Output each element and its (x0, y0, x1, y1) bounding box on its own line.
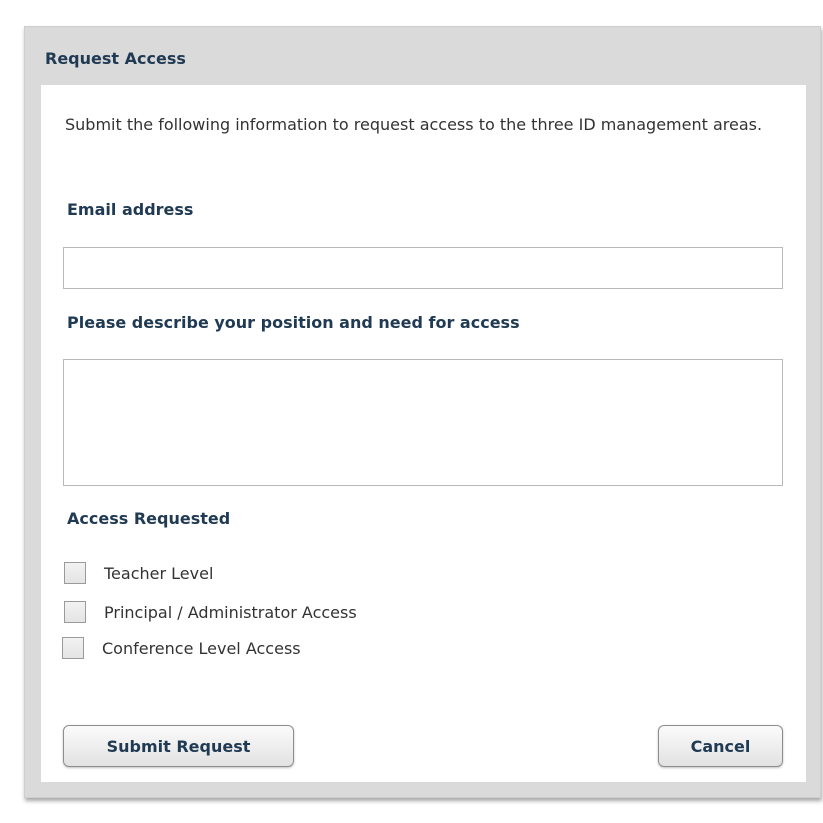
email-field[interactable] (63, 247, 783, 289)
access-option-principal[interactable]: Principal / Administrator Access (64, 601, 357, 623)
description-label: Please describe your position and need f… (67, 313, 520, 332)
dialog-title: Request Access (45, 49, 186, 68)
access-option-conference[interactable]: Conference Level Access (62, 637, 301, 659)
email-label: Email address (67, 200, 194, 219)
request-access-dialog: Request Access Submit the following info… (24, 26, 821, 798)
intro-text: Submit the following information to requ… (65, 115, 763, 134)
teacher-level-label: Teacher Level (104, 563, 214, 583)
access-option-teacher[interactable]: Teacher Level (64, 562, 213, 584)
conference-access-checkbox[interactable] (62, 637, 84, 659)
principal-access-label: Principal / Administrator Access (104, 602, 357, 622)
access-requested-label: Access Requested (67, 509, 231, 528)
teacher-level-checkbox[interactable] (64, 562, 86, 584)
description-textarea[interactable] (63, 359, 783, 486)
form-panel: Submit the following information to requ… (41, 85, 806, 782)
submit-request-button[interactable]: Submit Request (63, 725, 294, 767)
cancel-button[interactable]: Cancel (658, 725, 783, 767)
conference-access-label: Conference Level Access (102, 638, 301, 658)
principal-access-checkbox[interactable] (64, 601, 86, 623)
